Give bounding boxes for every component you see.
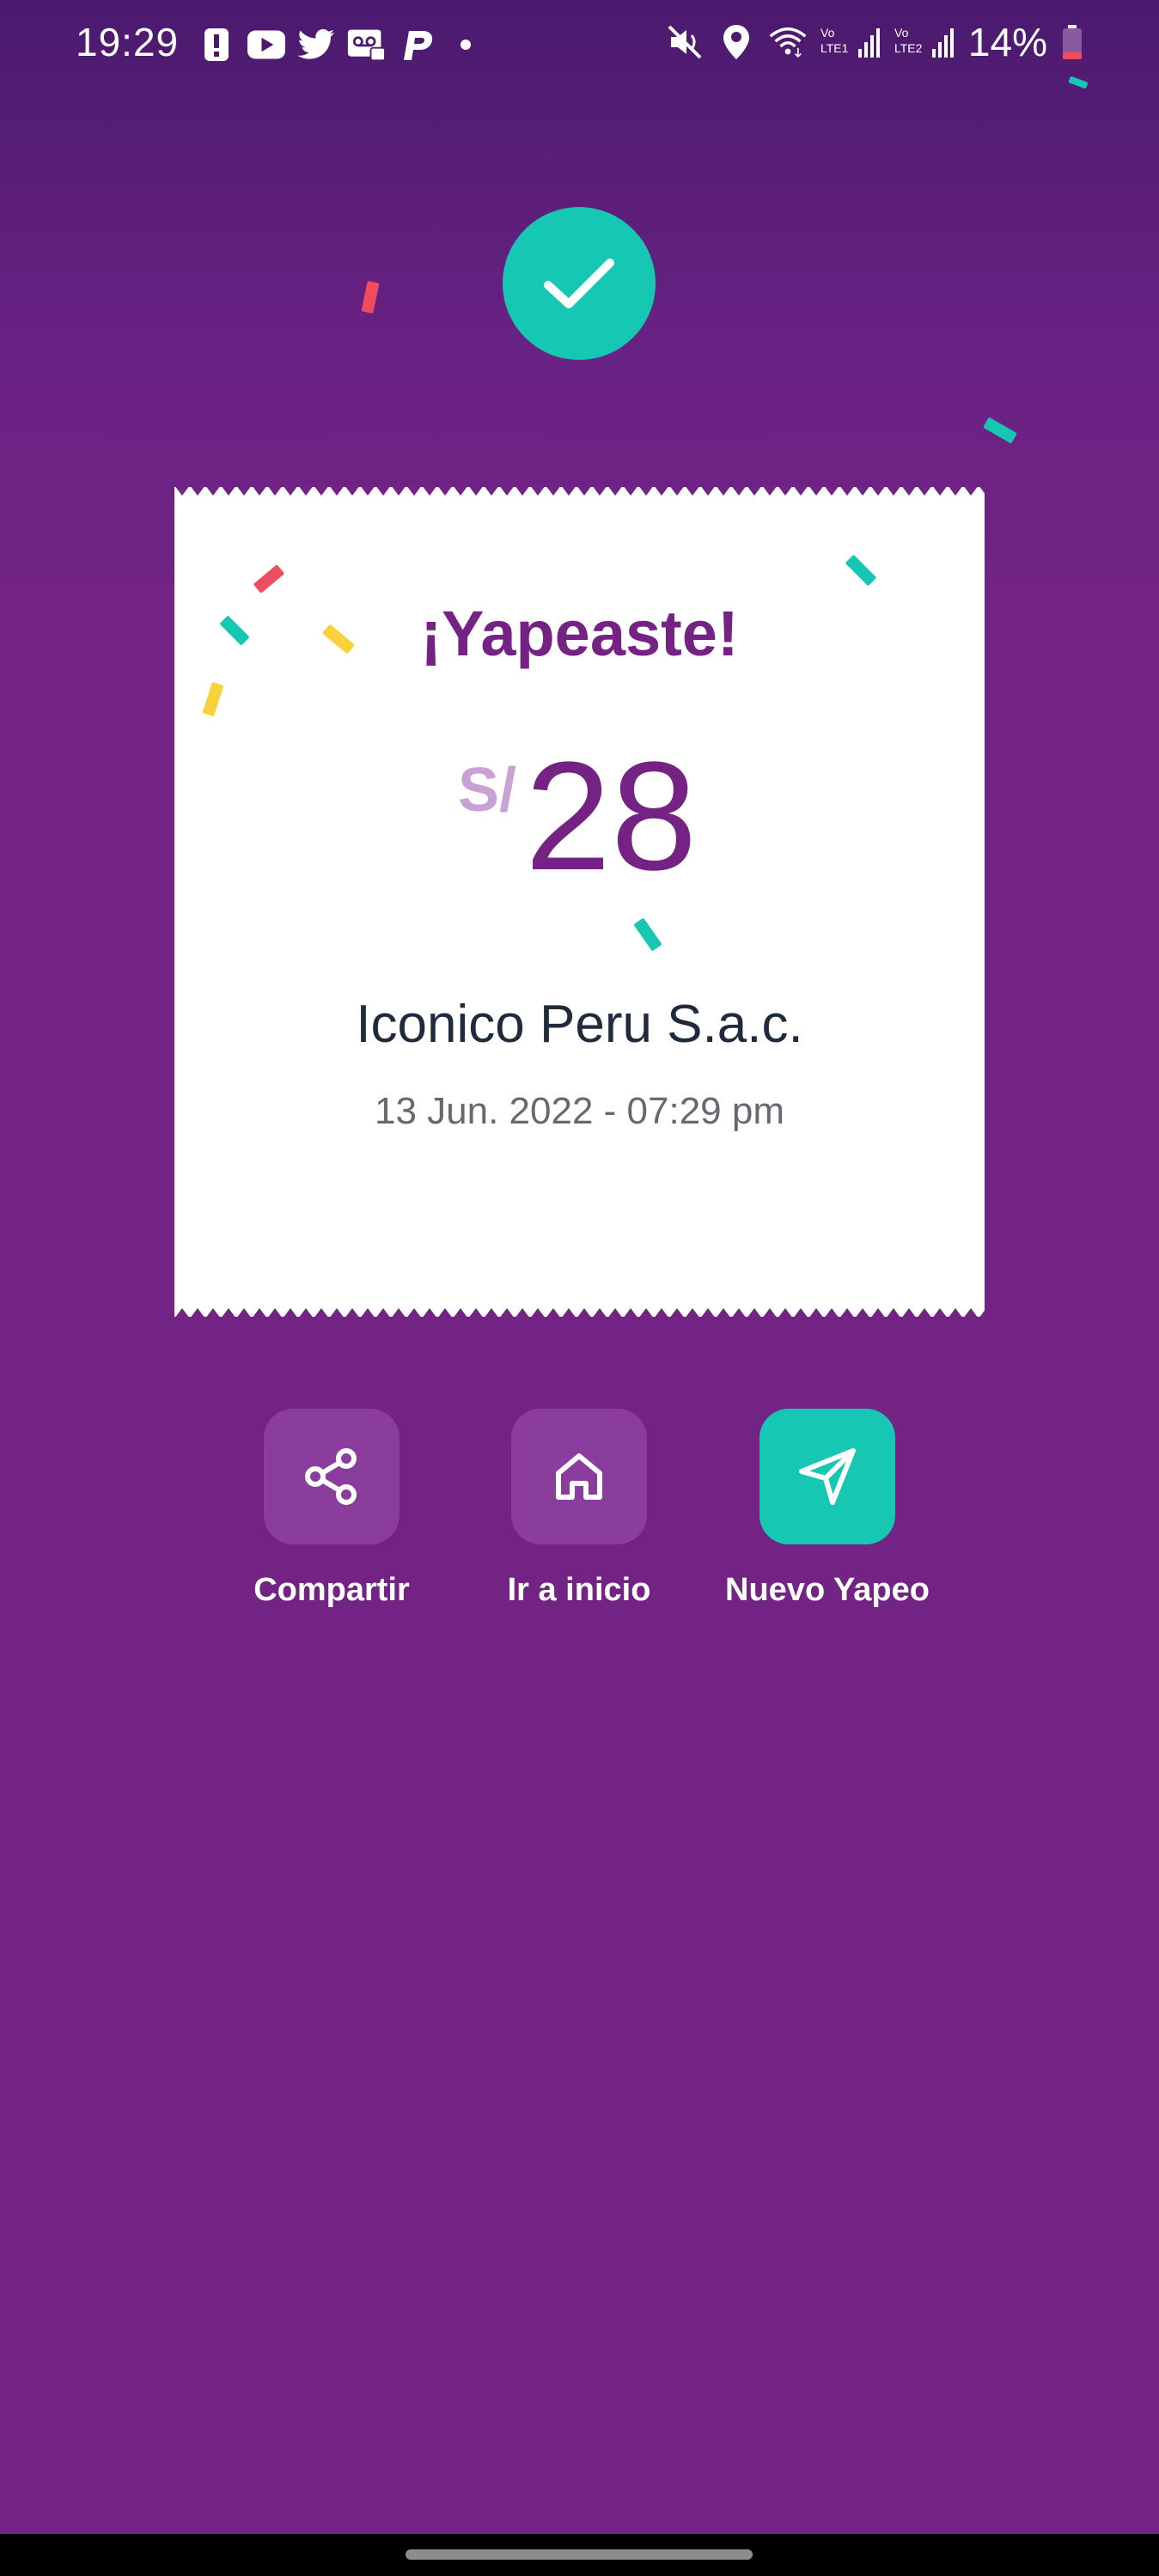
voicemail-icon bbox=[347, 26, 385, 64]
amount-value: 28 bbox=[525, 730, 698, 903]
confetti-piece bbox=[202, 681, 224, 717]
battery-icon bbox=[1061, 23, 1083, 61]
transaction-datetime: 13 Jun. 2022 - 07:29 pm bbox=[375, 1090, 784, 1132]
currency-symbol: S/ bbox=[458, 756, 517, 825]
youtube-icon bbox=[247, 26, 285, 64]
confetti-piece bbox=[983, 417, 1017, 444]
confetti-piece bbox=[361, 280, 380, 314]
status-time: 19:29 bbox=[76, 20, 180, 64]
svg-text:LTE2: LTE2 bbox=[894, 41, 923, 55]
twitter-icon bbox=[297, 26, 335, 64]
system-icons: Vo LTE1 Vo LTE2 14% bbox=[666, 19, 1083, 65]
share-icon bbox=[305, 1448, 357, 1505]
wifi-icon bbox=[769, 23, 807, 61]
dot-icon bbox=[447, 26, 485, 64]
system-navigation-bar bbox=[0, 2534, 1159, 2576]
status-bar: 19:29 Vo LTE1 Vo LTE2 14% bbox=[0, 0, 1159, 94]
home-action[interactable]: Ir a inicio bbox=[450, 1409, 708, 1609]
receipt-top-edge bbox=[174, 485, 985, 496]
new-yapeo-button[interactable] bbox=[759, 1409, 895, 1544]
svg-text:LTE1: LTE1 bbox=[820, 41, 849, 55]
signal-lte2-icon: Vo LTE2 bbox=[894, 23, 955, 61]
location-icon bbox=[717, 23, 755, 61]
notification-icons bbox=[198, 26, 485, 64]
alert-icon bbox=[198, 26, 235, 64]
success-title: ¡Yapeaste! bbox=[420, 598, 739, 669]
check-icon bbox=[544, 259, 614, 308]
share-action[interactable]: Compartir bbox=[203, 1409, 461, 1609]
share-label: Compartir bbox=[253, 1572, 410, 1608]
signal-lte1-icon: Vo LTE1 bbox=[820, 23, 881, 61]
send-icon bbox=[799, 1448, 856, 1505]
mute-icon bbox=[666, 23, 704, 61]
receipt-card: ¡Yapeaste! S/ 28 Iconico Peru S.a.c. 13 … bbox=[174, 485, 985, 1318]
receipt-bottom-edge bbox=[174, 1308, 985, 1318]
merchant-name: Iconico Peru S.a.c. bbox=[356, 995, 803, 1054]
home-button[interactable] bbox=[511, 1409, 647, 1544]
action-bar: Compartir Ir a inicio Nuevo Yapeo bbox=[0, 1409, 1159, 1632]
confetti-piece bbox=[253, 564, 285, 594]
amount-display: S/ 28 bbox=[174, 730, 985, 934]
success-check-badge bbox=[503, 207, 656, 360]
svg-text:Vo: Vo bbox=[894, 26, 909, 40]
battery-percentage: 14% bbox=[967, 20, 1047, 64]
svg-text:Vo: Vo bbox=[820, 26, 835, 40]
new-yapeo-action[interactable]: Nuevo Yapeo bbox=[698, 1409, 956, 1609]
home-label: Ir a inicio bbox=[507, 1572, 651, 1608]
home-icon bbox=[556, 1453, 602, 1500]
share-button[interactable] bbox=[264, 1409, 400, 1544]
parking-icon bbox=[397, 26, 435, 64]
home-gesture-handle[interactable] bbox=[406, 2549, 753, 2560]
confetti-piece bbox=[845, 554, 877, 587]
new-yapeo-label: Nuevo Yapeo bbox=[725, 1572, 930, 1608]
